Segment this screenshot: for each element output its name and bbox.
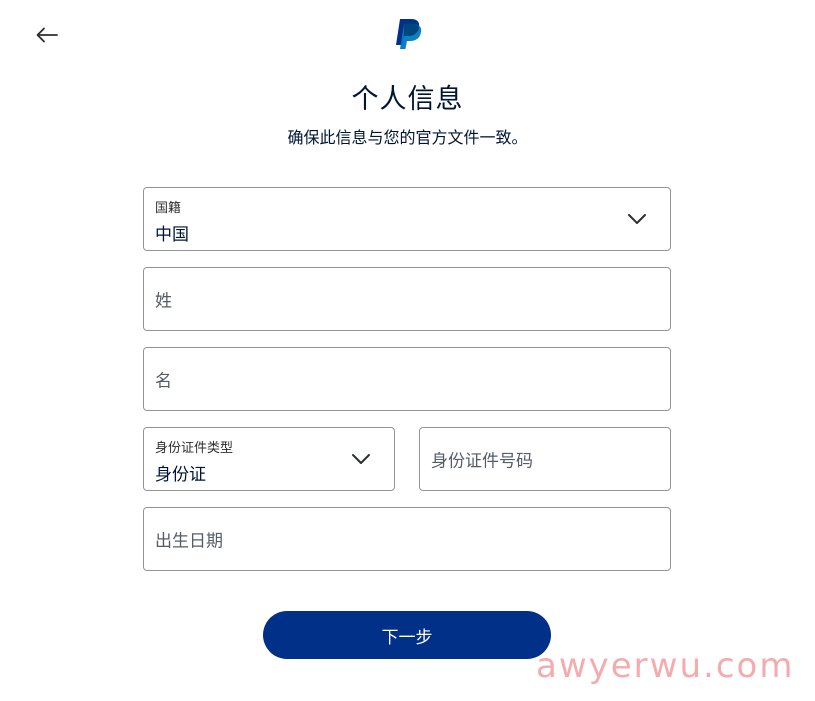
chevron-down-icon [352, 454, 370, 464]
page-title: 个人信息 [351, 84, 464, 115]
arrow-left-icon [36, 27, 58, 43]
nationality-value: 中国 [155, 225, 189, 245]
id-number-field[interactable]: 身份证件号码 [419, 427, 671, 491]
first-name-placeholder: 名 [155, 371, 172, 392]
paypal-logo-icon [396, 19, 422, 49]
first-name-field[interactable]: 名 [143, 347, 671, 411]
nationality-select[interactable]: 国籍 中国 [143, 187, 671, 251]
personal-info-page: 个人信息 确保此信息与您的官方文件一致。 国籍 中国 姓 名 身份证件类型 身份… [0, 0, 815, 701]
page-subtitle: 确保此信息与您的官方文件一致。 [287, 128, 528, 147]
birth-date-field[interactable]: 出生日期 [143, 507, 671, 571]
id-type-value: 身份证 [155, 465, 206, 485]
nationality-label: 国籍 [155, 201, 182, 216]
id-number-placeholder: 身份证件号码 [431, 451, 533, 472]
chevron-down-icon [628, 214, 646, 224]
watermark-text: awyerwu.com [536, 646, 795, 686]
birth-date-placeholder: 出生日期 [155, 531, 223, 552]
last-name-field[interactable]: 姓 [143, 267, 671, 331]
back-button[interactable] [30, 19, 64, 51]
id-type-label: 身份证件类型 [155, 441, 234, 456]
id-type-select[interactable]: 身份证件类型 身份证 [143, 427, 395, 491]
next-button[interactable]: 下一步 [263, 611, 551, 659]
last-name-placeholder: 姓 [155, 291, 172, 312]
